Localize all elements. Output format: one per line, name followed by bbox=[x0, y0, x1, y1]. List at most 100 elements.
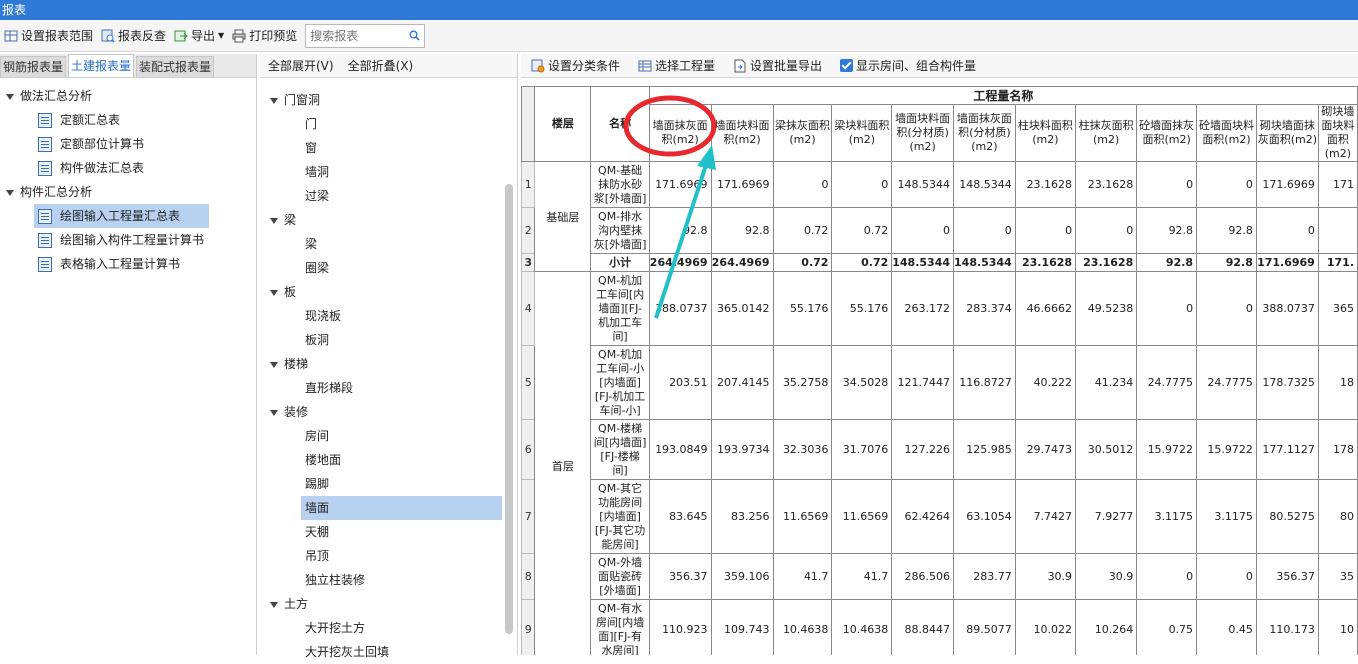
collapse-triangle-icon[interactable] bbox=[6, 189, 14, 196]
collapse-triangle-icon[interactable] bbox=[6, 93, 14, 100]
tree-label: 窗 bbox=[305, 141, 318, 155]
tree-group[interactable]: 门窗洞 bbox=[270, 88, 320, 112]
tree-label: 大开挖灰土回填 bbox=[305, 645, 390, 659]
column-header[interactable]: 柱抹灰面积(m2) bbox=[1075, 104, 1138, 162]
print-preview-label: 打印预览 bbox=[249, 29, 298, 43]
name-cell: QM-有水房间[内墙面][FJ-有水房间] bbox=[590, 599, 650, 655]
collapse-triangle-icon[interactable] bbox=[270, 97, 278, 104]
tab-prefab-report[interactable]: 装配式报表量 bbox=[136, 56, 215, 77]
table-row[interactable]: 1 基础层 QM-基础抹防水砂浆[外墙面] 171.6969 171.6969 0 0 148… bbox=[521, 161, 1358, 272]
column-header[interactable]: 梁抹灰面积(m2) bbox=[772, 104, 833, 162]
value-cell: 10.4638 bbox=[772, 599, 833, 655]
value-cell: 7.9277 bbox=[1075, 479, 1138, 554]
tab-rebar-report[interactable]: 钢筋报表量 bbox=[0, 56, 67, 77]
export-button[interactable]: 导出 ▼ bbox=[170, 24, 228, 48]
tree-item[interactable]: 吊顶 bbox=[305, 544, 329, 568]
tree-item-label: 定额部位计算书 bbox=[60, 137, 145, 151]
table-row[interactable]: 2 QM-排水沟内壁抹灰[外墙面] 92.8 92.8 0.72 0.72 0 0 0 0 92.8… bbox=[521, 207, 1358, 254]
tree-item-drawing-component-calc[interactable]: 绘图输入构件工程量计算书 bbox=[38, 228, 204, 252]
collapse-triangle-icon[interactable] bbox=[270, 217, 278, 224]
column-header[interactable]: 墙面抹灰面积(m2) bbox=[648, 104, 712, 162]
tree-label: 独立柱装修 bbox=[305, 573, 366, 587]
tree-item[interactable]: 直形梯段 bbox=[305, 376, 353, 400]
collapse-triangle-icon[interactable] bbox=[270, 409, 278, 416]
table-row[interactable]: 8 QM-外墙面贴瓷砖[外墙面] 356.37 359.106 41.7 41.7 286.… bbox=[521, 553, 1358, 600]
tree-item[interactable]: 墙洞 bbox=[305, 160, 329, 184]
report-search-box[interactable] bbox=[305, 23, 426, 48]
tree-item-table-calc[interactable]: 表格输入工程量计算书 bbox=[38, 252, 180, 276]
value-cell: 92.8 bbox=[1196, 207, 1257, 254]
value-cell: 171. bbox=[1317, 253, 1358, 272]
search-icon[interactable] bbox=[409, 30, 420, 41]
table-row[interactable]: 5 QM-机加工车间-小[内墙面][FJ-机加工车间-小] 203.51 207.41… bbox=[521, 345, 1358, 420]
tree-label: 土方 bbox=[284, 597, 309, 611]
tree-label: 门窗洞 bbox=[284, 93, 321, 107]
collapse-triangle-icon[interactable] bbox=[270, 601, 278, 608]
tree-item[interactable]: 墙面 bbox=[301, 496, 502, 520]
column-header[interactable]: 砌块墙面块料面积(m2) bbox=[1317, 104, 1358, 162]
tree-item-component-method[interactable]: 构件做法汇总表 bbox=[38, 156, 144, 180]
column-header[interactable]: 梁块料面积(m2) bbox=[831, 104, 893, 162]
column-header[interactable]: 墙面抹灰面积(分材质)(m2) bbox=[953, 104, 1016, 162]
vertical-scrollbar[interactable] bbox=[505, 184, 513, 634]
tree-item[interactable]: 大开挖土方 bbox=[305, 616, 365, 640]
table-row[interactable]: 9 QM-有水房间[内墙面][FJ-有水房间] 110.923 109.743 10.4… bbox=[521, 599, 1358, 655]
tree-item[interactable]: 窗 bbox=[305, 136, 317, 160]
tab-civil-report[interactable]: 土建报表量 bbox=[68, 54, 135, 77]
table-row[interactable]: 6 QM-楼梯间[内墙面][FJ-楼梯间] 193.0849 193.9734 32.3… bbox=[521, 419, 1358, 480]
review-label: 报表反查 bbox=[118, 29, 167, 43]
tree-item[interactable]: 房间 bbox=[305, 424, 329, 448]
tree-item[interactable]: 板洞 bbox=[305, 328, 329, 352]
document-export-icon bbox=[734, 59, 746, 72]
value-cell: 0 bbox=[1196, 271, 1257, 346]
expand-all-button[interactable]: 全部展开(V) bbox=[268, 57, 334, 74]
select-quantity-button[interactable]: 选择工程量 bbox=[634, 54, 719, 78]
tree-item-quota-summary[interactable]: 定额汇总表 bbox=[38, 108, 120, 132]
table-row[interactable]: 4 首层 QM-机加工车间[内墙面][FJ-机加工车间] 388.0737 365.01… bbox=[521, 271, 1358, 655]
tree-item[interactable]: 楼地面 bbox=[305, 448, 341, 472]
tree-label: 墙面 bbox=[305, 501, 330, 515]
search-input[interactable] bbox=[310, 28, 407, 43]
value-cell: 193.9734 bbox=[710, 419, 774, 480]
table-row[interactable]: 3 小计 264.4969 264.4969 0.72 0.72 148.5344 148.5… bbox=[521, 253, 1358, 272]
column-header[interactable]: 砌块墙面抹灰面积(m2) bbox=[1255, 104, 1319, 162]
batch-export-button[interactable]: 设置批量导出 bbox=[729, 54, 826, 78]
tree-group[interactable]: 板 bbox=[270, 280, 296, 304]
column-header[interactable]: 砼墙面块料面积(m2) bbox=[1196, 104, 1257, 162]
tree-group[interactable]: 装修 bbox=[270, 400, 308, 424]
set-range-button[interactable]: 设置报表范围 bbox=[0, 24, 97, 48]
show-rooms-checkbox[interactable]: 显示房间、组合构件量 bbox=[836, 54, 980, 78]
tree-item[interactable]: 独立柱装修 bbox=[305, 568, 365, 592]
tree-item[interactable]: 梁 bbox=[305, 232, 317, 256]
column-header[interactable]: 柱块料面积(m2) bbox=[1014, 104, 1077, 162]
tree-item-drawing-summary[interactable]: 绘图输入工程量汇总表 bbox=[34, 204, 209, 228]
table-row[interactable]: 7 QM-其它功能房间[内墙面][FJ-其它功能房间] 83.645 83.256 11… bbox=[521, 479, 1358, 554]
collapse-triangle-icon[interactable] bbox=[270, 289, 278, 296]
tree-item[interactable]: 过梁 bbox=[305, 184, 329, 208]
tree-item[interactable]: 踢脚 bbox=[305, 472, 329, 496]
value-cell: 0 bbox=[1136, 271, 1198, 346]
tree-item[interactable]: 门 bbox=[305, 112, 317, 136]
tree-item[interactable]: 现浇板 bbox=[305, 304, 341, 328]
collapse-triangle-icon[interactable] bbox=[270, 361, 278, 368]
export-label: 导出 bbox=[191, 29, 216, 43]
tree-item-quota-location[interactable]: 定额部位计算书 bbox=[38, 132, 144, 156]
tree-group-method-summary[interactable]: 做法汇总分析 bbox=[6, 84, 92, 108]
tree-item[interactable]: 大开挖灰土回填 bbox=[305, 640, 389, 664]
tree-item[interactable]: 圈梁 bbox=[305, 256, 329, 280]
report-doc-icon bbox=[38, 257, 52, 272]
tree-group[interactable]: 楼梯 bbox=[270, 352, 308, 376]
collapse-all-button[interactable]: 全部折叠(X) bbox=[348, 57, 414, 74]
checkbox-checked-icon[interactable] bbox=[840, 59, 854, 72]
column-header[interactable]: 墙面块料面积(分材质)(m2) bbox=[891, 104, 955, 162]
print-preview-button[interactable]: 打印预览 bbox=[228, 24, 301, 48]
review-button[interactable]: 报表反查 bbox=[97, 24, 170, 48]
tree-group-component-summary[interactable]: 构件汇总分析 bbox=[6, 180, 92, 204]
column-header[interactable]: 墙面块料面积(m2) bbox=[710, 104, 774, 162]
name-cell: QM-其它功能房间[内墙面][FJ-其它功能房间] bbox=[590, 479, 650, 554]
category-condition-button[interactable]: 设置分类条件 bbox=[527, 54, 624, 78]
column-header[interactable]: 砼墙面抹灰面积(m2) bbox=[1136, 104, 1198, 162]
tree-item[interactable]: 天棚 bbox=[305, 520, 329, 544]
tree-group[interactable]: 土方 bbox=[270, 592, 308, 616]
tree-group[interactable]: 梁 bbox=[270, 208, 296, 232]
